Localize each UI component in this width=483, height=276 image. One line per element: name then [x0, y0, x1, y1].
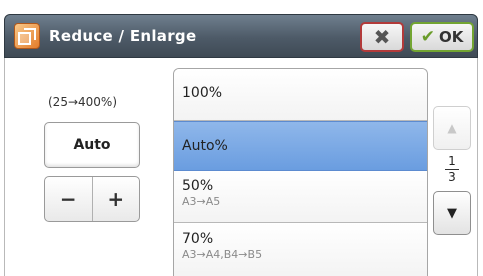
current-page: 1 [448, 154, 456, 168]
arrow-up-icon: ▲ [447, 121, 457, 135]
list-item-sublabel: A3→A5 [182, 195, 221, 208]
list-item-label: 50% [182, 178, 214, 194]
scroll-down-button[interactable]: ▼ [433, 191, 471, 235]
decrease-button[interactable]: − [45, 177, 93, 221]
close-button[interactable]: ✖ [360, 22, 404, 52]
ratio-value-field[interactable]: Auto [44, 122, 140, 168]
list-item[interactable]: 50% A3→A5 [174, 171, 427, 223]
list-item-label: Auto% [182, 138, 228, 154]
close-icon: ✖ [373, 25, 391, 49]
preset-list: 100% Auto% 50% A3→A5 70% A3→A4,B4→B5 [173, 68, 428, 276]
arrow-down-icon: ▼ [447, 205, 457, 221]
list-item-label: 100% [182, 85, 223, 101]
increase-button[interactable]: + [93, 177, 140, 221]
ok-label: OK [438, 28, 464, 46]
list-item[interactable]: 100% [174, 69, 427, 121]
total-pages: 3 [448, 170, 456, 184]
list-item[interactable]: 70% A3→A4,B4→B5 [174, 223, 427, 276]
window-title: Reduce / Enlarge [49, 27, 197, 45]
list-item-label: 70% [182, 231, 214, 247]
title-bar: Reduce / Enlarge ✖ ✔ OK [4, 14, 478, 58]
range-label: (25→400%) [48, 95, 117, 109]
reduce-enlarge-icon [14, 23, 40, 49]
list-item-sublabel: A3→A4,B4→B5 [182, 248, 263, 261]
ok-button[interactable]: ✔ OK [410, 22, 474, 52]
page-indicator: 1 3 [433, 155, 471, 184]
scroll-up-button[interactable]: ▲ [433, 106, 471, 150]
ratio-stepper: − + [44, 176, 140, 222]
list-item-selected[interactable]: Auto% [174, 121, 427, 171]
check-icon: ✔ [420, 27, 435, 47]
